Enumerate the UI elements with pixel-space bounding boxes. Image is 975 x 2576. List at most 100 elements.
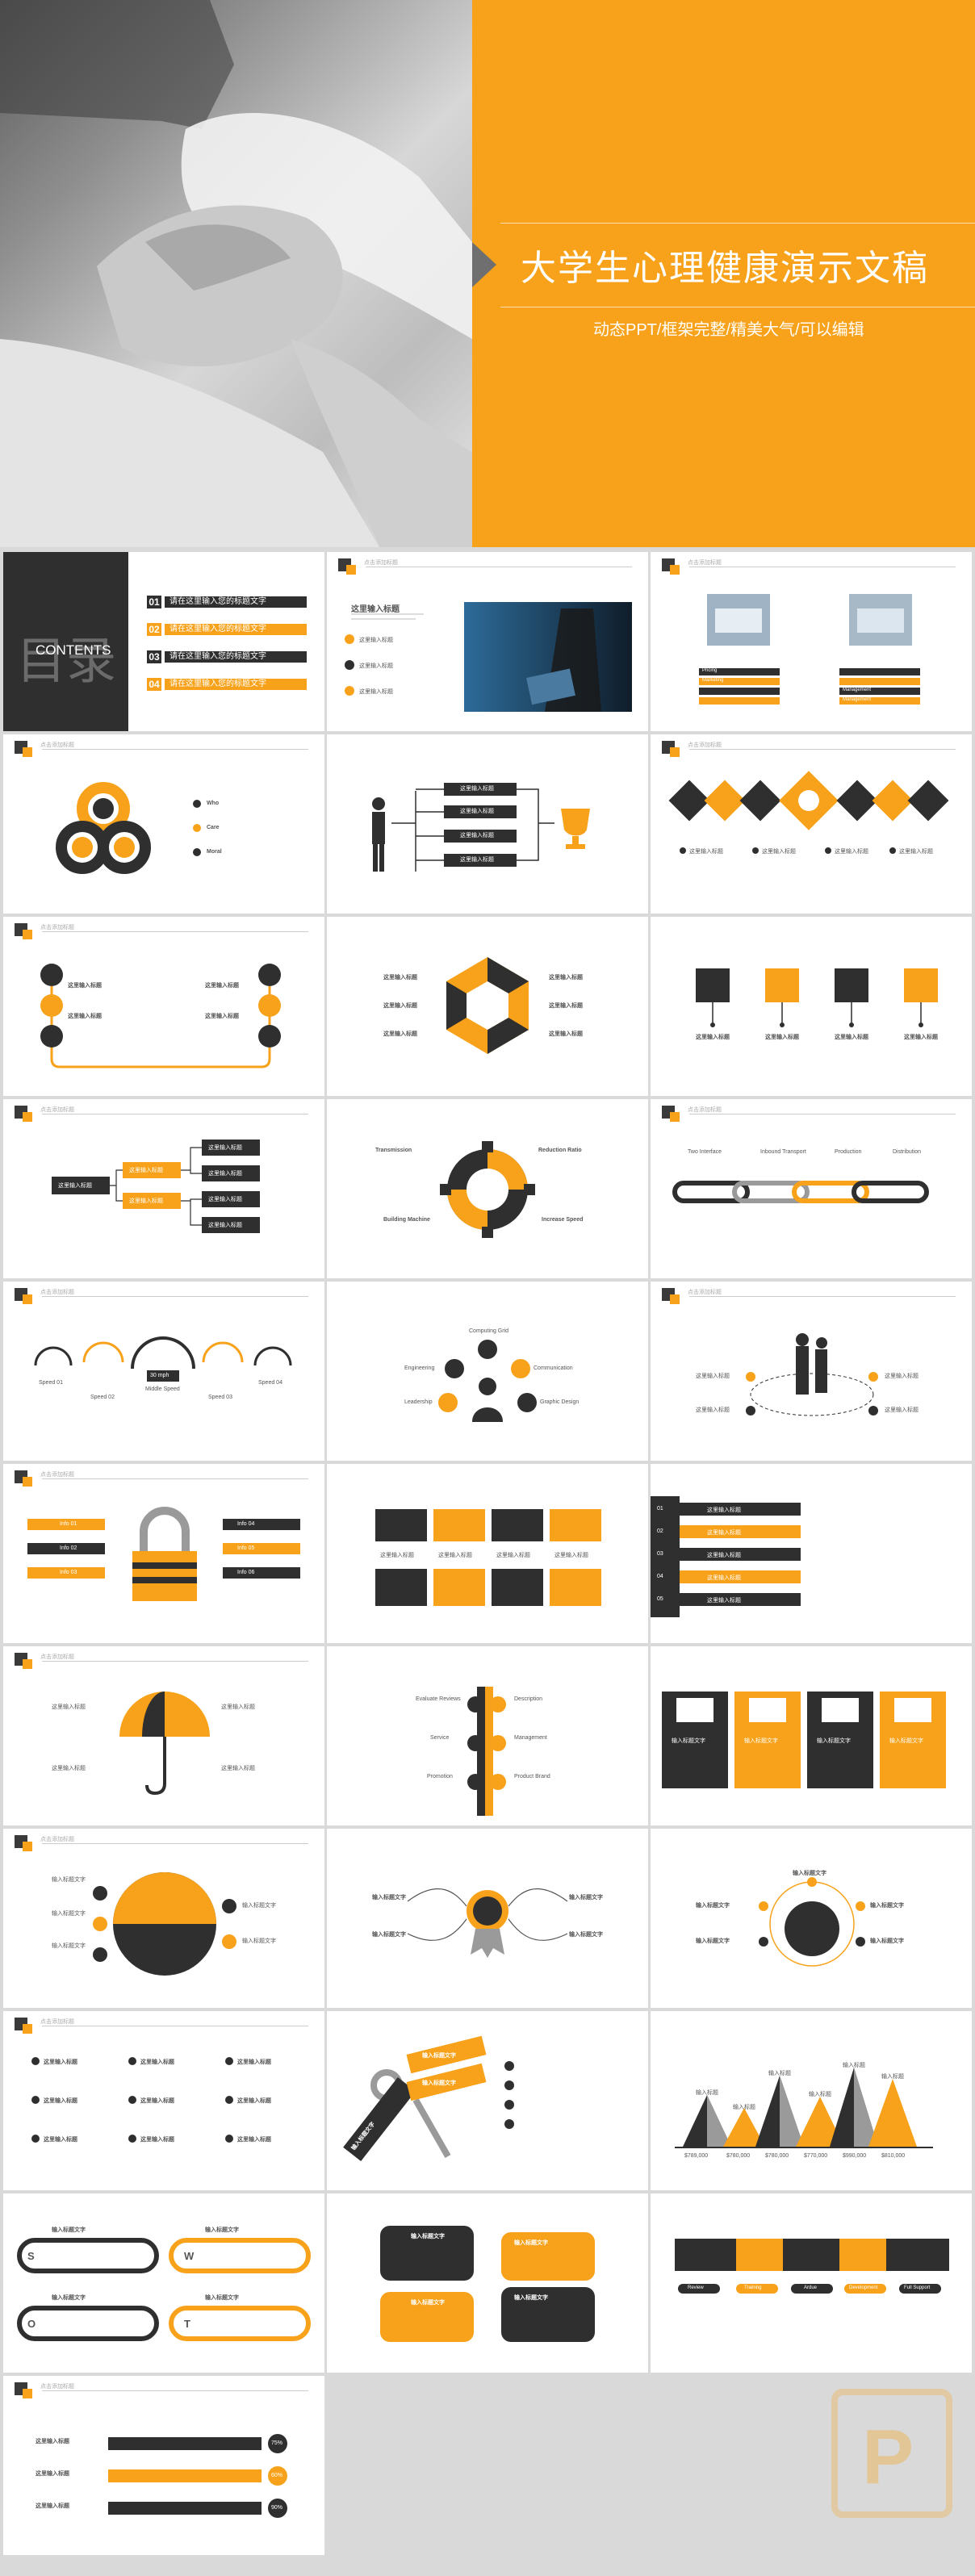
slide-ribbons[interactable]: 输入标题文字 输入标题文字 输入标题文字 输入标题文字	[651, 1646, 972, 1825]
check-label: 这里输入标题	[140, 2098, 174, 2104]
tree-leaf: 这里输入标题	[208, 1197, 242, 1202]
cover-slide[interactable]: 大学生心理健康演示文稿 动态PPT/框架完整/精美大气/可以编辑	[0, 0, 975, 547]
bar-num: 04	[657, 1574, 663, 1579]
slide-gear[interactable]: Transmission Reduction Ratio Building Ma…	[327, 1099, 648, 1278]
hex-label: 这里输入标题	[383, 1031, 417, 1037]
gear-diagram	[440, 1141, 535, 1238]
ribbon-label: 输入标题文字	[744, 1738, 778, 1744]
center-speed: 30 mph	[150, 1373, 169, 1378]
peak-chart	[675, 2068, 933, 2148]
card-label: 这里输入标题	[554, 1553, 588, 1558]
contents-num: 04	[147, 678, 161, 691]
icon-label: 这里输入标题	[765, 1035, 799, 1040]
pie-label: 输入标题文字	[52, 1911, 86, 1917]
check-label: 这里输入标题	[44, 2098, 77, 2104]
slide-text-photo[interactable]: 点击添加标题 这里输入标题 这里输入标题 这里输入标题 这里输入标题	[327, 552, 648, 731]
slide-contents[interactable]: 目录 CONTENTS 01 请在这里输入您的标题文字 02 请在这里输入您的标…	[3, 552, 324, 731]
swot-label: 输入标题文字	[205, 2295, 239, 2301]
box-label: 这里输入标题	[460, 833, 494, 838]
timeline-label: Promotion	[427, 1774, 453, 1779]
chain-label: Production	[835, 1149, 862, 1155]
cover-subtitle: 动态PPT/框架完整/精美大气/可以编辑	[593, 321, 864, 339]
slide-four-cards[interactable]: 这里输入标题 这里输入标题 这里输入标题 这里输入标题	[327, 1464, 648, 1643]
slide-lock[interactable]: 点击添加标题 Info 01 Info 02 Info 03 Info 04 I…	[3, 1464, 324, 1643]
slide-swot[interactable]: S W O T 输入标题文字 输入标题文字 输入标题文字 输入标题文字	[3, 2193, 324, 2373]
timeline-label: Service	[430, 1735, 450, 1741]
keys-diagram	[343, 2035, 514, 2161]
silhouette-label: 这里输入标题	[696, 1374, 730, 1379]
orbit-label: 输入标题文字	[870, 1903, 904, 1909]
aida-letter: A	[391, 2245, 401, 2259]
slide-checks[interactable]: 点击添加标题 这里输入标题 这里输入标题 这里输入标题 这里输入标题 这里输入标…	[3, 2011, 324, 2190]
slide-people-icons[interactable]: Computing Grid Engineering Communication…	[327, 1282, 648, 1461]
slide-tree[interactable]: 点击添加标题 这里输入标题 这里输入标题 这里输入标题 这里输入标题 这里输入标…	[3, 1099, 324, 1278]
swot-label: 输入标题文字	[52, 2295, 86, 2301]
peak-value: $810,000	[881, 2153, 906, 2159]
gauge-label: Speed 01	[39, 1380, 63, 1386]
slide-umbrella[interactable]: 点击添加标题 这里输入标题 这里输入标题 这里输入标题 这里输入标题	[3, 1646, 324, 1825]
ribbon-label: 输入标题文字	[889, 1738, 923, 1744]
bar-label: 这里输入标题	[707, 1508, 741, 1513]
slide-pie[interactable]: 点击添加标题 输入标题文字 输入标题文字 输入标题文字 输入标题文字 输入标题文…	[3, 1829, 324, 2008]
process-step: Training	[744, 2285, 762, 2290]
timeline-label: Description	[514, 1696, 543, 1702]
bar-num: 02	[657, 1528, 663, 1534]
contents-item[interactable]: 请在这里输入您的标题文字	[165, 596, 307, 608]
process-step: Ardue	[804, 2285, 818, 2290]
lock-info: Info 02	[60, 1545, 77, 1551]
aida-label: 输入标题文字	[411, 2300, 445, 2306]
check-label: 这里输入标题	[140, 2137, 174, 2143]
gauge-label: Speed 02	[90, 1395, 115, 1400]
slide-diamonds[interactable]: 点击添加标题 这里输入标题 这里输入标题 这里输入标题 这里输入标题	[651, 734, 972, 914]
slide-box-orbit[interactable]: 输入标题文字 输入标题文字 输入标题文字 输入标题文字 输入标题文字	[651, 1829, 972, 2008]
contents-item[interactable]: 请在这里输入您的标题文字	[165, 624, 307, 635]
contents-item[interactable]: 请在这里输入您的标题文字	[165, 651, 307, 663]
orbit-label: 输入标题文字	[696, 1903, 730, 1909]
medal-label: 输入标题文字	[569, 1895, 603, 1901]
slide-hexagon[interactable]: 这里输入标题 这里输入标题 这里输入标题 这里输入标题 这里输入标题 这里输入标…	[327, 917, 648, 1096]
key-tag: 输入标题文字	[422, 2080, 456, 2086]
timeline-label: Evaluate Reviews	[416, 1696, 461, 1702]
icon-label: 这里输入标题	[904, 1035, 938, 1040]
slide-chain[interactable]: 点击添加标题 Two Interface Inbound Transport P…	[651, 1099, 972, 1278]
slide-trophy[interactable]: 这里输入标题 这里输入标题 这里输入标题 这里输入标题	[327, 734, 648, 914]
slide-vertical-timeline[interactable]: Evaluate Reviews Description Service Man…	[327, 1646, 648, 1825]
slide-four-icons[interactable]: 这里输入标题 这里输入标题 这里输入标题 这里输入标题	[651, 917, 972, 1096]
people-percent: 90%	[271, 2505, 283, 2511]
timeline-label: Management	[514, 1735, 547, 1741]
key-tag: 输入标题文字	[422, 2053, 456, 2059]
slide-people-bars[interactable]: 点击添加标题 这里输入标题 这里输入标题 这里输入标题 75% 60% 90%	[3, 2376, 324, 2555]
slide-peaks[interactable]: 输入标题 输入标题 输入标题 输入标题 输入标题 输入标题 $789,000 $…	[651, 2011, 972, 2190]
contents-item[interactable]: 请在这里输入您的标题文字	[165, 679, 307, 690]
bar-num: 05	[657, 1596, 663, 1602]
tree-leaf: 这里输入标题	[208, 1171, 242, 1177]
people-label: 这里输入标题	[36, 2503, 69, 2509]
slide-process[interactable]: Review Training Ardue Development Full S…	[651, 2193, 972, 2373]
business-silhouettes	[746, 1333, 878, 1416]
slide-aida[interactable]: A I D A 输入标题文字 输入标题文字 输入标题文字 输入标题文字	[327, 2193, 648, 2373]
slide-numbered-bars[interactable]: 01 02 03 04 05 这里输入标题 这里输入标题 这里输入标题 这里输入…	[651, 1464, 972, 1643]
check-label: 这里输入标题	[44, 2060, 77, 2065]
flower-label: Moral	[207, 849, 222, 855]
slide-gauges[interactable]: 点击添加标题 30 mph Speed 01 Speed 02 Middle S…	[3, 1282, 324, 1461]
slide-circles[interactable]: 点击添加标题 这里输入标题 这里输入标题 这里输入标题 这里输入标题	[3, 917, 324, 1096]
slide-two-photos[interactable]: 点击添加标题 Pricing Marketing Management Mana…	[651, 552, 972, 731]
gauge-label: Middle Speed	[145, 1386, 180, 1392]
hex-label: 这里输入标题	[549, 1031, 583, 1037]
swot-letter: W	[184, 2250, 195, 2262]
slide-silhouettes[interactable]: 点击添加标题 这里输入标题 这里输入标题 这里输入标题 这里输入标题	[651, 1282, 972, 1461]
aida-letter: A	[569, 2300, 579, 2314]
tree-diagram	[52, 1140, 260, 1233]
tree-leaf: 这里输入标题	[208, 1145, 242, 1151]
slide-keys[interactable]: 输入标题文字 输入标题文字 输入标题文字	[327, 2011, 648, 2190]
slide-flower[interactable]: 点击添加标题 Who Care Moral	[3, 734, 324, 914]
peak-label: 输入标题	[881, 2074, 904, 2080]
gauge-label: Speed 03	[208, 1395, 232, 1400]
silhouette-label: 这里输入标题	[885, 1374, 919, 1379]
peak-value: $789,000	[684, 2153, 709, 2159]
slide-medal[interactable]: 输入标题文字 输入标题文字 输入标题文字 输入标题文字	[327, 1829, 648, 2008]
bar-label: 这里输入标题	[707, 1553, 741, 1558]
swot-label: 输入标题文字	[52, 2227, 86, 2233]
flower-label: Care	[207, 825, 220, 830]
lock-info: Info 04	[237, 1521, 255, 1527]
